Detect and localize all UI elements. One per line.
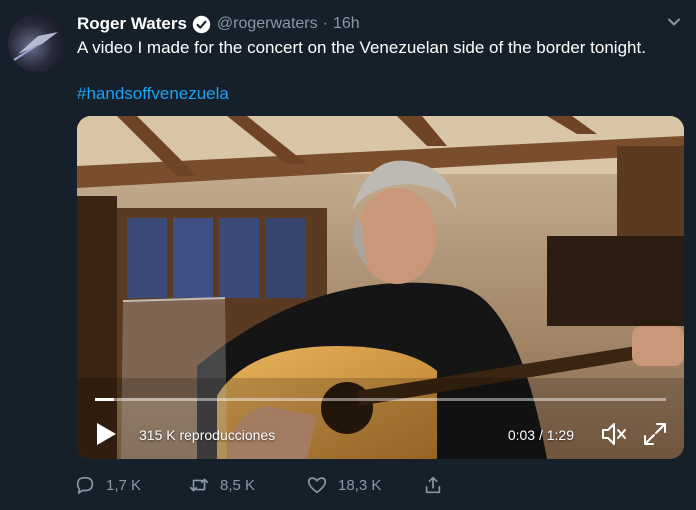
video-time: 0:03 / 1:29 [507,427,574,443]
share-icon [425,476,441,494]
reply-icon [76,476,94,495]
like-button[interactable]: 18,3 K [306,472,381,498]
mute-icon[interactable] [600,421,628,447]
progress-bar[interactable] [95,398,666,401]
like-count: 18,3 K [338,476,382,494]
retweet-icon [189,478,209,492]
progress-fill [95,398,115,401]
share-button[interactable] [422,472,444,498]
retweet-button[interactable]: 8,5 K [188,472,255,498]
hashtag-link[interactable]: #handsoffvenezuela [77,84,229,104]
author-name[interactable]: Roger Waters [77,14,187,34]
tweet-header: Roger Waters @rogerwaters · 16h [77,12,360,36]
tweet-actions: 1,7 K 8,5 K 18,3 K [74,472,474,498]
play-icon[interactable] [95,422,117,446]
verified-badge-icon [192,15,211,33]
fullscreen-icon[interactable] [642,421,668,447]
timestamp[interactable]: 16h [333,15,360,33]
avatar[interactable] [8,14,66,72]
author-handle[interactable]: @rogerwaters [217,15,318,33]
video-frame [77,116,684,459]
chevron-down-icon[interactable] [666,14,682,30]
retweet-count: 8,5 K [220,476,256,494]
tweet-text: A video I made for the concert on the Ve… [77,38,646,57]
heart-icon [307,477,327,494]
separator-dot: · [322,15,328,32]
view-count: 315 K reproducciones [139,427,276,443]
reply-count: 1,7 K [106,476,142,494]
reply-button[interactable]: 1,7 K [74,472,141,498]
tweet-card[interactable]: Roger Waters @rogerwaters · 16h A video … [0,0,696,510]
video-player[interactable]: 315 K reproducciones 0:03 / 1:29 [77,116,684,459]
